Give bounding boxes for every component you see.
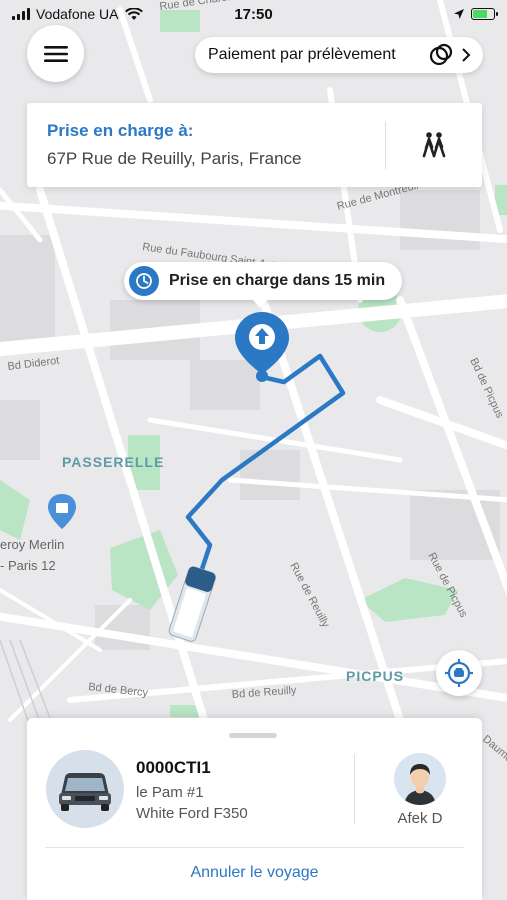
vehicle-photo bbox=[46, 750, 124, 828]
vehicle-model: White Ford F350 bbox=[136, 805, 248, 822]
menu-button[interactable] bbox=[27, 25, 84, 82]
pickup-label: Prise en charge à: bbox=[47, 121, 194, 140]
provider-name: le Pam #1 bbox=[136, 784, 204, 801]
status-bar: Vodafone UA 17:50 bbox=[0, 0, 507, 28]
clock-icon bbox=[129, 266, 159, 296]
trip-details-sheet[interactable]: 0000CTI1 le Pam #1 White Ford F350 Afek … bbox=[27, 718, 482, 900]
pickup-location-card[interactable]: Prise en charge à: 67P Rue de Reuilly, P… bbox=[27, 103, 482, 187]
walking-people-icon bbox=[422, 132, 446, 158]
license-plate: 0000CTI1 bbox=[136, 758, 211, 777]
hamburger-icon bbox=[43, 45, 68, 62]
battery-icon bbox=[471, 8, 498, 20]
van-icon bbox=[59, 773, 111, 811]
poi-label: - Paris 12 bbox=[0, 558, 56, 573]
payment-method-button[interactable]: Paiement par prélèvement bbox=[195, 37, 483, 73]
location-arrow-icon bbox=[454, 9, 464, 19]
driver-name: Afek D bbox=[397, 810, 443, 827]
divider bbox=[354, 754, 355, 824]
locate-vehicle-icon bbox=[445, 659, 473, 687]
chevron-right-icon bbox=[462, 48, 471, 62]
walking-directions-button[interactable] bbox=[386, 131, 482, 159]
poi-label: eroy Merlin bbox=[0, 537, 64, 552]
pickup-eta-bubble: Prise en charge dans 15 min bbox=[124, 262, 402, 308]
area-label: PICPUS bbox=[346, 668, 404, 684]
payment-type-icon bbox=[429, 43, 453, 66]
divider bbox=[45, 847, 464, 848]
clock-time: 17:50 bbox=[234, 5, 273, 23]
carrier-name: Vodafone UA bbox=[36, 6, 119, 22]
signal-icon bbox=[12, 8, 30, 20]
area-label: PASSERELLE bbox=[62, 454, 164, 470]
pickup-address: 67P Rue de Reuilly, Paris, France bbox=[47, 149, 302, 168]
driver-person-icon bbox=[404, 764, 436, 805]
driver-avatar[interactable] bbox=[394, 753, 446, 805]
wifi-icon bbox=[124, 7, 143, 20]
payment-method-label: Paiement par prélèvement bbox=[208, 46, 396, 63]
eta-text: Prise en charge dans 15 min bbox=[169, 272, 386, 289]
cancel-trip-button[interactable]: Annuler le voyage bbox=[27, 864, 482, 882]
vehicle-info: 0000CTI1 le Pam #1 White Ford F350 bbox=[136, 758, 248, 826]
locate-vehicle-button[interactable] bbox=[436, 650, 482, 696]
sheet-grabber[interactable] bbox=[229, 733, 277, 738]
